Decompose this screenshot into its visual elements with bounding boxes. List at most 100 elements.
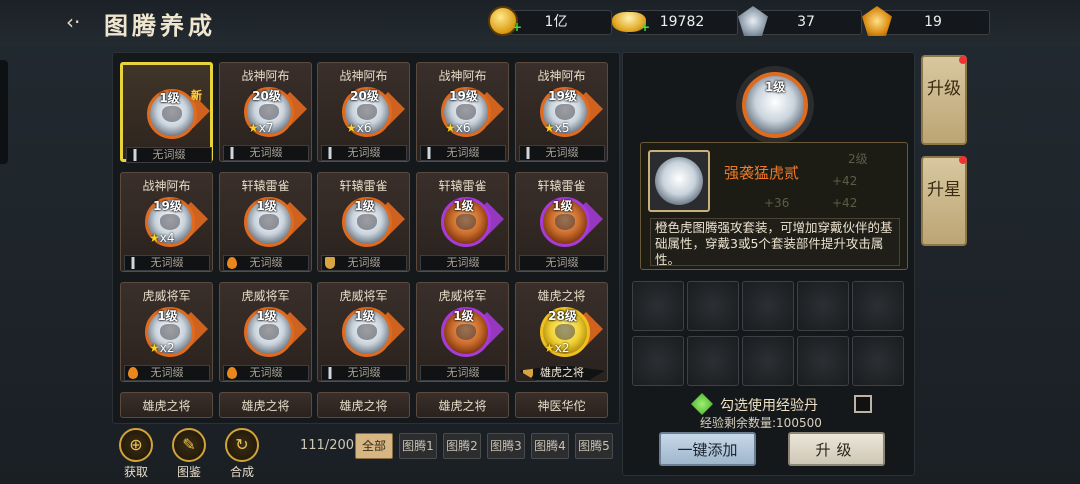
totem-name: 雄虎之将 (142, 399, 191, 413)
star-count: ★x4 (149, 231, 175, 245)
totem-name: 轩辕雷雀 (339, 179, 388, 193)
tab-totem-4[interactable]: 图腾4 (531, 433, 569, 459)
star-icon: ★ (445, 121, 456, 135)
totem-level: 1级 (552, 199, 573, 213)
totem-card[interactable]: 战神阿布 20级 ★x6 无词缀 (317, 62, 410, 162)
material-slot[interactable] (632, 281, 684, 331)
affix-bar: 无词缀 (321, 255, 407, 271)
star-icon: ★ (248, 121, 259, 135)
exp-remaining: 经验剩余数量:100500 (700, 416, 822, 430)
totem-name: 雄虎之将 (438, 399, 487, 413)
totem-card[interactable]: 轩辕雷雀 1级 无词缀 (416, 172, 509, 272)
affix-text: 无词缀 (150, 366, 184, 379)
shield-icon (523, 367, 533, 379)
material-slot[interactable] (797, 336, 849, 386)
affix-text: 无词缀 (249, 366, 283, 379)
totem-level: 19级 (548, 89, 577, 103)
tab-totem-2[interactable]: 图腾2 (443, 433, 481, 459)
side-drawer-handle[interactable] (0, 60, 8, 164)
totem-name: 虎威将军 (241, 289, 290, 303)
material-slot[interactable] (797, 281, 849, 331)
tab-totem-3[interactable]: 图腾3 (487, 433, 525, 459)
add-ingot-icon[interactable]: + (640, 21, 650, 33)
material-slot[interactable] (687, 336, 739, 386)
ghost-stat-2: +36 (764, 196, 790, 210)
affix-text: 无词缀 (249, 146, 283, 159)
totem-level: 1级 (157, 309, 178, 323)
star-count: ★x6 (445, 121, 471, 135)
affix-text: 无词缀 (347, 366, 381, 379)
star-notification-dot (959, 156, 967, 164)
compose-label: 合成 (229, 465, 254, 479)
drop-icon (227, 367, 237, 379)
back-arrow-icon[interactable]: ‹· (66, 10, 88, 34)
totem-card[interactable]: 战神阿布 19级 ★x6 无词缀 (416, 62, 509, 162)
totem-card[interactable]: 雄虎之将 (219, 392, 312, 418)
affix-text: 无词缀 (249, 256, 283, 269)
codex-icon: ✎ (172, 428, 206, 462)
auto-add-button[interactable]: 一键添加 (659, 432, 756, 466)
totem-card[interactable]: 轩辕雷雀 1级 无词缀 (515, 172, 608, 272)
totem-card[interactable]: 虎威将军 1级 无词缀 (416, 282, 509, 382)
material-slot[interactable] (687, 281, 739, 331)
totem-card[interactable]: 轩辕雷雀 1级 无词缀 (219, 172, 312, 272)
totem-card[interactable]: 战神阿布 19级 ★x5 无词缀 (515, 62, 608, 162)
affix-text: 无词缀 (545, 146, 579, 159)
totem-card[interactable]: 雄虎之将 (317, 392, 410, 418)
add-coin-icon[interactable]: + (512, 21, 522, 33)
totem-level: 20级 (252, 89, 281, 103)
totem-card[interactable]: 战神阿布 20级 ★x7 无词缀 (219, 62, 312, 162)
tab-upgrade[interactable]: 升级 (921, 55, 967, 145)
material-slot[interactable] (852, 281, 904, 331)
inventory-count: 111/200 (300, 438, 355, 453)
totem-card[interactable]: 雄虎之将 28级 ★x2 雄虎之将 (515, 282, 608, 382)
ghost-stat-3: +42 (832, 196, 858, 210)
totem-level: 20级 (350, 89, 379, 103)
tooltip-totem-name: 强袭猛虎贰 (724, 164, 800, 182)
star-count: ★x2 (149, 341, 175, 355)
material-slot[interactable] (742, 281, 794, 331)
tab-star-up[interactable]: 升星 (921, 156, 967, 246)
drop-icon (128, 367, 138, 379)
tab-totem-5[interactable]: 图腾5 (575, 433, 613, 459)
affix-text: 无词缀 (446, 366, 480, 379)
silver-crystal-value: 37 (797, 14, 815, 30)
totem-level: 1级 (354, 199, 375, 213)
totem-card[interactable]: 战神阿布 19级 ★x4 无词缀 (120, 172, 213, 272)
material-slot[interactable] (632, 336, 684, 386)
exp-checkbox[interactable] (854, 395, 872, 413)
totem-card[interactable]: 雄虎之将 (120, 392, 213, 418)
totem-card[interactable]: 雄虎之将 (416, 392, 509, 418)
totem-name: 神医华佗 (537, 399, 586, 413)
totem-name: 战神阿布 (241, 69, 290, 83)
codex-button[interactable]: ✎ 图鉴 (169, 428, 209, 479)
tab-totem-1[interactable]: 图腾1 (399, 433, 437, 459)
totem-card[interactable]: 虎威将军 1级 ★x2 无词缀 (120, 282, 213, 382)
totem-card[interactable]: 轩辕雷雀 1级无词缀 (317, 172, 410, 272)
affix-bar: 无词缀 (124, 255, 210, 271)
obtain-icon: ⊕ (119, 428, 153, 462)
affix-bar: 雄虎之将 (519, 365, 605, 381)
affix-text: 无词缀 (347, 256, 381, 269)
tab-all[interactable]: 全部 (355, 433, 393, 459)
totem-card[interactable]: 虎威将军 1级 无词缀 (219, 282, 312, 382)
shield-icon (325, 257, 335, 269)
star-count: ★x2 (544, 341, 570, 355)
affix-bar: 无词缀 (223, 255, 309, 271)
material-slot[interactable] (852, 336, 904, 386)
upgrade-button[interactable]: 升级 (788, 432, 885, 466)
totem-level: 28级 (548, 309, 577, 323)
totem-level: 1级 (256, 199, 277, 213)
sword-icon (424, 147, 434, 159)
affix-bar: 无词缀 (420, 365, 506, 381)
totem-card[interactable]: 1级新无词缀 (120, 62, 213, 163)
totem-name: 战神阿布 (537, 69, 586, 83)
compose-icon: ↻ (225, 428, 259, 462)
totem-name: 雄虎之将 (339, 399, 388, 413)
totem-name: 战神阿布 (339, 69, 388, 83)
totem-card[interactable]: 虎威将军 1级 无词缀 (317, 282, 410, 382)
material-slot[interactable] (742, 336, 794, 386)
compose-button[interactable]: ↻ 合成 (222, 428, 262, 479)
obtain-button[interactable]: ⊕ 获取 (116, 428, 156, 479)
totem-card[interactable]: 神医华佗 (515, 392, 608, 418)
